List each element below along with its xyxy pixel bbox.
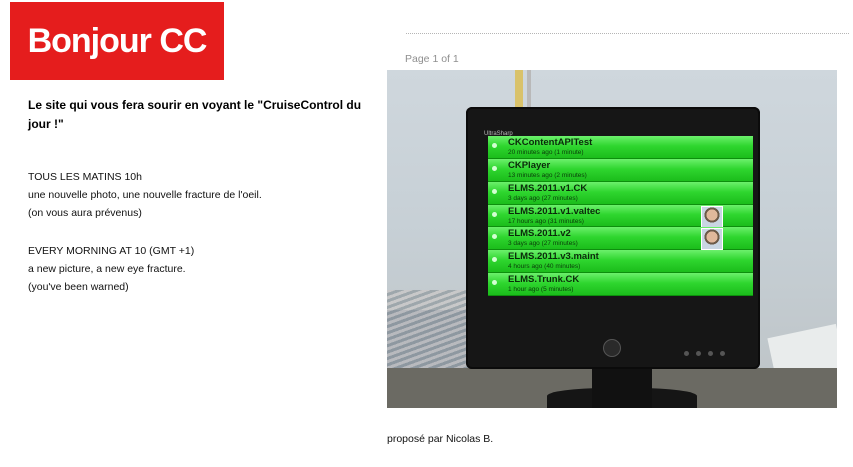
build-name: ELMS.Trunk.CK xyxy=(508,274,580,286)
logo-text: Bonjour CC xyxy=(27,21,208,60)
dell-logo-icon xyxy=(603,339,621,357)
build-row: ELMS.2011.v3.maint 4 hours ago (40 minut… xyxy=(488,250,753,274)
status-dot-icon xyxy=(492,234,497,240)
build-time: 3 days ago (27 minutes) xyxy=(508,194,578,202)
build-name: CKContentAPITest xyxy=(508,137,593,148)
build-row: ELMS.2011.v1.CK 3 days ago (27 minutes) xyxy=(488,181,753,205)
status-dot-icon xyxy=(492,188,497,194)
status-dot-icon xyxy=(492,165,497,171)
build-row: CKContentAPITest 20 minutes ago (1 minut… xyxy=(488,136,753,159)
build-name: ELMS.2011.v3.maint xyxy=(508,251,599,263)
build-row: ELMS.Trunk.CK 1 hour ago (5 minutes) xyxy=(488,273,753,296)
english-notice: EVERY MORNING AT 10 (GMT +1) a new pictu… xyxy=(28,242,194,296)
build-name: ELMS.2011.v2 xyxy=(508,228,571,240)
english-line-3: (you've been warned) xyxy=(28,281,129,293)
committer-avatar xyxy=(701,205,723,228)
french-notice: TOUS LES MATINS 10h une nouvelle photo, … xyxy=(28,168,262,222)
build-time: 20 minutes ago (1 minute) xyxy=(508,149,584,156)
french-line-3: (on vous aura prévenus) xyxy=(28,207,142,219)
french-line-2: une nouvelle photo, une nouvelle fractur… xyxy=(28,189,262,201)
status-dot-icon xyxy=(492,280,497,286)
monitor: UltraSharp CKContentAPITest 20 minutes a… xyxy=(466,107,760,369)
english-line-2: a new picture, a new eye fracture. xyxy=(28,263,186,275)
build-time: 3 days ago (27 minutes) xyxy=(508,240,578,248)
status-dot-icon xyxy=(492,143,497,148)
monitor-button-icon xyxy=(684,351,689,356)
build-time: 17 hours ago (31 minutes) xyxy=(508,217,584,225)
build-time: 4 hours ago (40 minutes) xyxy=(508,263,581,271)
site-logo[interactable]: Bonjour CC xyxy=(10,2,224,80)
english-line-1: EVERY MORNING AT 10 (GMT +1) xyxy=(28,245,195,257)
french-line-1: TOUS LES MATINS 10h xyxy=(28,171,142,183)
build-name: ELMS.2011.v1.CK xyxy=(508,182,588,194)
monitor-button-icon xyxy=(696,351,701,356)
monitor-button-icon xyxy=(708,351,713,356)
site-tagline: Le site qui vous fera sourir en voyant l… xyxy=(28,98,362,131)
monitor-button-icon xyxy=(720,351,725,356)
build-time: 1 hour ago (5 minutes) xyxy=(508,286,574,294)
monitor-stand xyxy=(592,368,652,408)
committer-avatar xyxy=(701,228,723,251)
cruisecontrol-screen: CKContentAPITest 20 minutes ago (1 minut… xyxy=(488,136,753,296)
build-row: ELMS.2011.v1.valtec 17 hours ago (31 min… xyxy=(488,204,753,228)
build-row: CKPlayer 13 minutes ago (2 minutes) xyxy=(488,158,753,182)
build-name: ELMS.2011.v1.valtec xyxy=(508,205,601,217)
photo-credit: proposé par Nicolas B. xyxy=(387,433,494,445)
post-photo[interactable]: UltraSharp CKContentAPITest 20 minutes a… xyxy=(387,70,837,408)
build-row: ELMS.2011.v2 3 days ago (27 minutes) xyxy=(488,227,753,251)
page-indicator: Page 1 of 1 xyxy=(405,53,459,65)
build-name: CKPlayer xyxy=(508,159,551,171)
status-dot-icon xyxy=(492,211,497,217)
status-dot-icon xyxy=(492,257,497,263)
divider-line xyxy=(406,33,849,34)
build-time: 13 minutes ago (2 minutes) xyxy=(508,171,587,179)
